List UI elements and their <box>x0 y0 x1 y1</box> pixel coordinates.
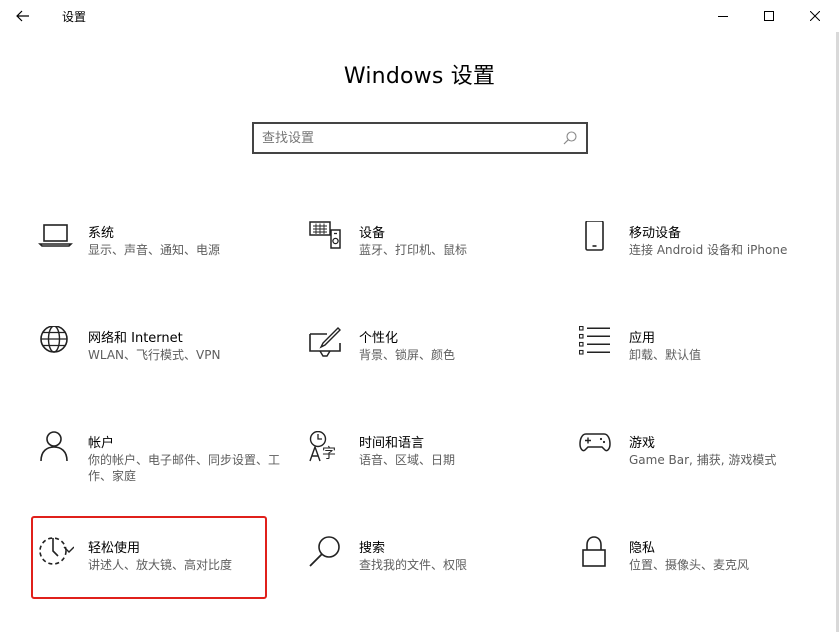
tile-network[interactable]: 网络和 Internet WLAN、飞行模式、VPN <box>38 326 278 406</box>
devices-icon <box>309 221 345 257</box>
tile-description: 蓝牙、打印机、鼠标 <box>359 243 468 257</box>
tile-devices[interactable]: 设备 蓝牙、打印机、鼠标 <box>309 221 549 301</box>
tile-name: 网络和 Internet <box>88 331 183 346</box>
laptop-icon <box>38 221 74 257</box>
tile-name: 游戏 <box>629 436 656 451</box>
tile-description: 连接 Android 设备和 iPhone <box>629 243 788 257</box>
magnifier-icon <box>563 131 577 145</box>
close-button[interactable] <box>792 0 838 32</box>
tile-name: 系统 <box>88 226 115 241</box>
tile-privacy[interactable]: 隐私 位置、摄像头、麦克风 <box>579 536 819 616</box>
tile-gaming[interactable]: 游戏 Game Bar, 捕获, 游戏模式 <box>579 431 819 511</box>
time-language-icon: 字 <box>309 431 345 467</box>
tile-description: 显示、声音、通知、电源 <box>88 243 221 257</box>
highlight-box <box>31 516 267 599</box>
tile-name: 搜索 <box>359 541 386 556</box>
tile-apps[interactable]: 应用 卸载、默认值 <box>579 326 819 406</box>
phone-icon <box>579 221 615 257</box>
maximize-button[interactable] <box>746 0 792 32</box>
paintbrush-icon <box>309 326 345 362</box>
search-input[interactable] <box>262 124 552 152</box>
back-arrow-icon <box>16 10 29 22</box>
tile-description: WLAN、飞行模式、VPN <box>88 348 221 362</box>
minimize-button[interactable] <box>700 0 746 32</box>
tile-description: Game Bar, 捕获, 游戏模式 <box>629 453 777 467</box>
window-title: 设置 <box>62 10 87 24</box>
tile-name: 帐户 <box>88 436 115 451</box>
tile-name: 个性化 <box>359 331 399 346</box>
lock-icon <box>579 536 615 572</box>
svg-text:字: 字 <box>322 446 336 462</box>
tile-name: 时间和语言 <box>359 436 425 451</box>
search-box-icon[interactable] <box>562 130 578 146</box>
settings-window: 设置 Windows 设置 查找设置 系统 显示、声音、通知、电源 设备 蓝牙、… <box>0 0 839 632</box>
minimize-icon <box>718 16 728 17</box>
tile-search[interactable]: 搜索 查找我的文件、权限 <box>309 536 549 616</box>
tile-name: 设备 <box>359 226 386 241</box>
back-button[interactable] <box>8 2 38 30</box>
tile-description: 位置、摄像头、麦克风 <box>629 558 750 572</box>
tile-time-language[interactable]: 字 时间和语言 语音、区域、日期 <box>309 431 549 511</box>
close-icon <box>810 11 820 21</box>
search-icon <box>309 536 345 572</box>
tile-name: 移动设备 <box>629 226 682 241</box>
tile-phone[interactable]: 移动设备 连接 Android 设备和 iPhone <box>579 221 819 301</box>
tile-description: 查找我的文件、权限 <box>359 558 468 572</box>
gamepad-icon <box>579 431 615 467</box>
tile-description: 语音、区域、日期 <box>359 453 456 467</box>
tile-description: 卸载、默认值 <box>629 348 702 362</box>
page-title: Windows 设置 <box>343 64 496 89</box>
globe-icon <box>38 326 74 362</box>
person-icon <box>38 431 74 467</box>
apps-list-icon <box>579 326 615 362</box>
search-box[interactable] <box>252 122 588 154</box>
tile-system[interactable]: 系统 显示、声音、通知、电源 <box>38 221 278 301</box>
tile-name: 应用 <box>629 331 656 346</box>
tile-personalization[interactable]: 个性化 背景、锁屏、颜色 <box>309 326 549 406</box>
tile-accounts[interactable]: 帐户 你的帐户、电子邮件、同步设置、工作、家庭 <box>38 431 280 511</box>
tile-description: 你的帐户、电子邮件、同步设置、工作、家庭 <box>88 453 281 483</box>
title-bar: 设置 <box>0 0 839 32</box>
tile-name: 隐私 <box>629 541 656 556</box>
maximize-icon <box>764 11 774 21</box>
tile-description: 背景、锁屏、颜色 <box>359 348 456 362</box>
